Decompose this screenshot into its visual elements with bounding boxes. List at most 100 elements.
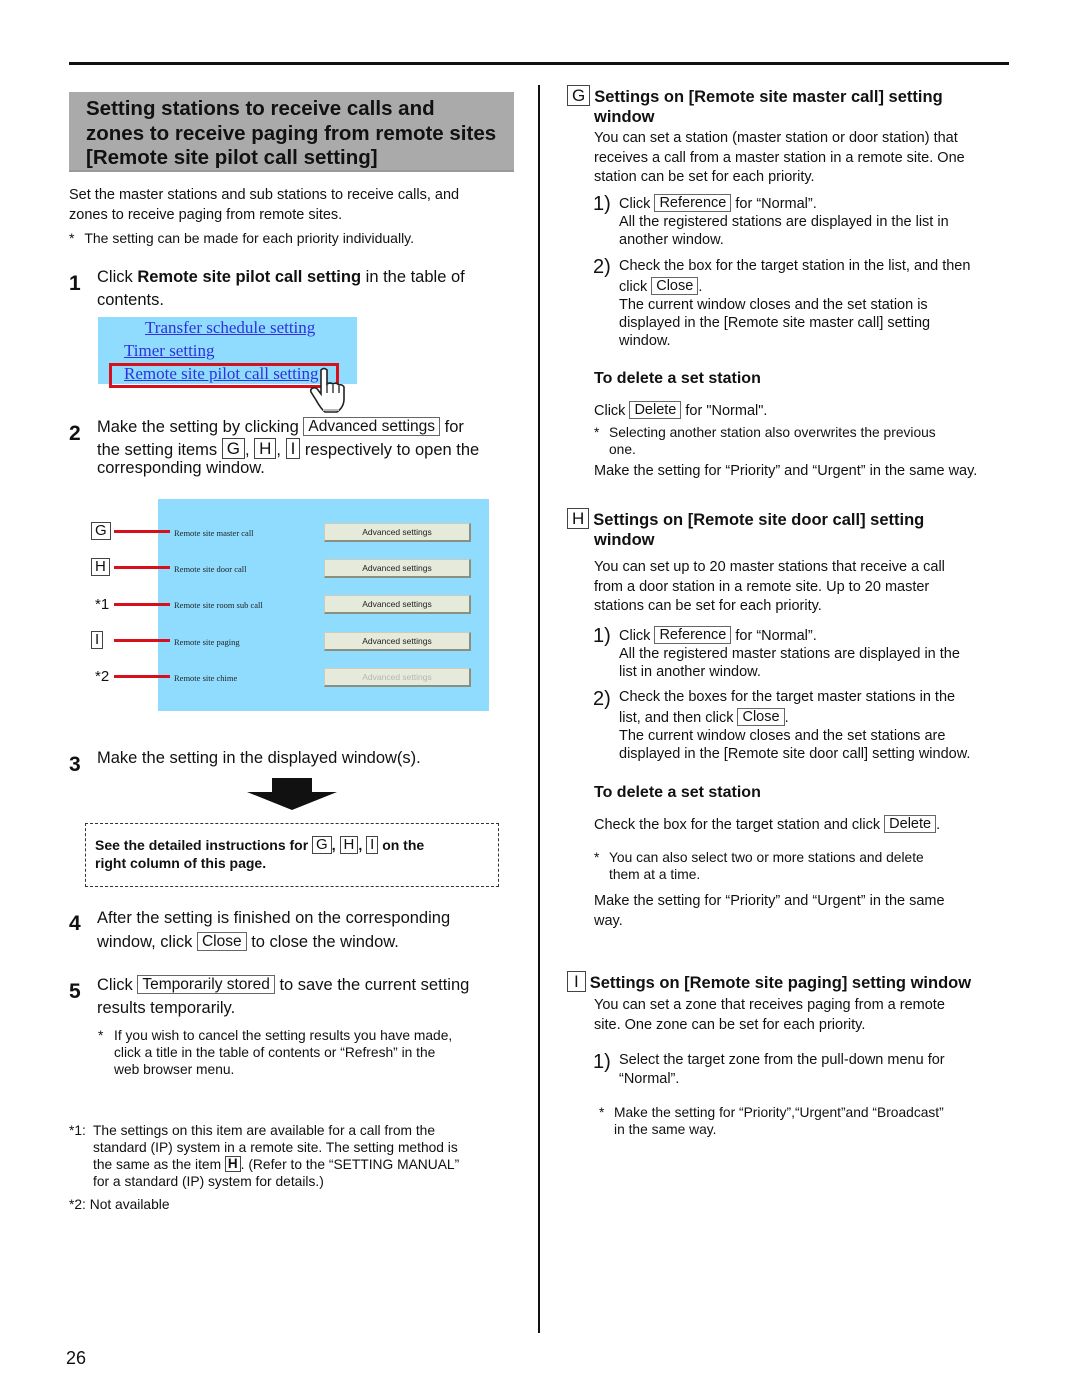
step-number: 4 (69, 912, 81, 935)
row-label-paging: Remote site paging (174, 637, 240, 647)
footnote-2: *2: Not available (69, 1196, 170, 1213)
callout-pre: See the detailed instructions for (95, 837, 309, 853)
section-i-title: Settings on [Remote site paging] setting… (589, 974, 972, 992)
step2-pre: Make the setting by clicking (97, 418, 299, 436)
item-line: “Normal”. (619, 1071, 680, 1087)
note-line: If you wish to cancel the setting result… (114, 1028, 453, 1043)
item-post: . (698, 279, 703, 295)
item-sub-line: displayed in the [Remote site master cal… (619, 315, 931, 331)
letter-h-icon: H (567, 508, 590, 529)
same-way-text: Make the setting for “Priority” and “Urg… (594, 892, 945, 931)
delete-heading: To delete a set station (594, 784, 761, 801)
delete-button-ref: Delete (629, 401, 682, 419)
note-asterisk: * (594, 850, 600, 865)
page-number: 26 (66, 1348, 87, 1368)
marker-h: H (91, 558, 110, 576)
marker-g: G (91, 522, 111, 540)
step-number: 1 (69, 272, 81, 295)
item-post: . (784, 710, 789, 726)
step4-pre: window, click (97, 933, 193, 951)
note-line: You can also select two or more stations… (609, 850, 924, 865)
item-sub-line: All the registered stations are displaye… (619, 214, 949, 230)
intro-line: Set the master stations and sub stations… (69, 187, 460, 203)
footnote-line: The settings on this item are available … (93, 1123, 436, 1138)
item-letter-g: G (221, 438, 245, 459)
same-way-line: way. (594, 912, 623, 929)
section-g-desc: You can set a station (master station or… (594, 129, 965, 188)
note-line: web browser menu. (114, 1062, 235, 1077)
advanced-settings-button-paging[interactable]: Advanced settings (324, 632, 471, 651)
step1-pre: Click (97, 268, 138, 286)
footnote-line: standard (IP) system in a remote site. T… (93, 1140, 458, 1155)
section-title-line: [Remote site pilot call setting] (86, 146, 378, 169)
row-label-door-call: Remote site door call (174, 564, 247, 574)
section-title-line: Setting stations to receive calls and (86, 97, 435, 120)
highlight-frame (109, 363, 339, 388)
item-pre: Click (619, 196, 651, 212)
item-sub-line: window. (619, 333, 671, 349)
step-number: 5 (69, 980, 81, 1003)
note-asterisk: * (98, 1028, 104, 1043)
footnote-1: *1: The settings on this item are availa… (69, 1122, 529, 1190)
footnote-marker: *1: (69, 1123, 86, 1138)
header-rule (69, 62, 1009, 65)
section-g-item2: Check the box for the target station in … (619, 257, 970, 350)
desc-line: You can set up to 20 master stations tha… (594, 559, 945, 575)
step-number: 3 (69, 753, 81, 776)
close-button-ref: Close (196, 932, 247, 951)
toc-link-timer[interactable]: Timer setting (124, 341, 215, 361)
step1-text: Click Remote site pilot call setting in … (97, 266, 465, 312)
delete-button-ref: Delete (884, 815, 937, 833)
delete-post: . (936, 817, 941, 833)
hand-pointer-icon (309, 366, 345, 419)
close-button-ref: Close (737, 708, 785, 726)
letter-i-icon: I (567, 971, 586, 992)
item-sub-line: All the registered master stations are d… (619, 646, 960, 662)
item-sub-line: another window. (619, 232, 724, 248)
desc-line: receives a call from a master station in… (594, 149, 965, 166)
marker-footnote-1: *1 (95, 596, 110, 613)
row-label-chime: Remote site chime (174, 673, 238, 683)
toc-link-transfer-schedule[interactable]: Transfer schedule setting (145, 318, 315, 338)
section-g-title: Settings on [Remote site master call] se… (594, 88, 943, 106)
desc-line: stations can be set for each priority. (594, 598, 822, 614)
note-line: click a title in the table of contents o… (114, 1045, 436, 1060)
item-sub-line: list in another window. (619, 664, 761, 680)
desc-line: station can be set for each priority. (594, 169, 815, 185)
step4-text: After the setting is finished on the cor… (97, 906, 450, 954)
item-pre: click (619, 279, 648, 295)
step1-line2: contents. (97, 291, 164, 309)
section-g-title-line2: window (594, 108, 655, 126)
item-sub-line: The current window closes and the set st… (619, 297, 928, 313)
list-number: 1) (593, 1051, 611, 1073)
connector-line (114, 603, 170, 606)
footnote-line: for a standard (IP) system for details.) (93, 1174, 324, 1189)
connector-line (114, 675, 170, 678)
advanced-settings-button-master-call[interactable]: Advanced settings (324, 523, 471, 542)
item-post: for “Normal”. (735, 196, 817, 212)
item-letter-i: I (285, 438, 301, 459)
step3-text: Make the setting in the displayed window… (97, 749, 421, 767)
column-divider (538, 85, 540, 1333)
step4-line1: After the setting is finished on the cor… (97, 909, 451, 927)
step5-line2: results temporarily. (97, 999, 236, 1017)
connector-line (114, 566, 170, 569)
callout-letter-h: H (339, 836, 359, 854)
row-label-room-sub-call: Remote site room sub call (174, 600, 263, 610)
delete-instruction: Check the box for the target station and… (594, 815, 940, 836)
callout-post: on the (382, 837, 425, 853)
item-letter-h: H (254, 438, 277, 459)
intro-text: Set the master stations and sub stations… (69, 186, 459, 225)
advanced-settings-button-room-sub-call[interactable]: Advanced settings (324, 595, 471, 614)
item-pre: Click (619, 628, 651, 644)
section-g-item1: Click Reference for “Normal”. All the re… (619, 194, 949, 249)
letter-g-icon: G (91, 522, 111, 540)
delete-instruction: Click Delete for "Normal". (594, 401, 767, 422)
advanced-settings-button-door-call[interactable]: Advanced settings (324, 559, 471, 578)
connector-line (114, 639, 170, 642)
desc-line: You can set a zone that receives paging … (594, 997, 945, 1013)
note-asterisk: * (599, 1105, 605, 1120)
desc-line: site. One zone can be set for each prior… (594, 1016, 866, 1033)
reference-button-ref: Reference (654, 626, 732, 644)
section-i-heading: I Settings on [Remote site paging] settin… (567, 971, 971, 993)
